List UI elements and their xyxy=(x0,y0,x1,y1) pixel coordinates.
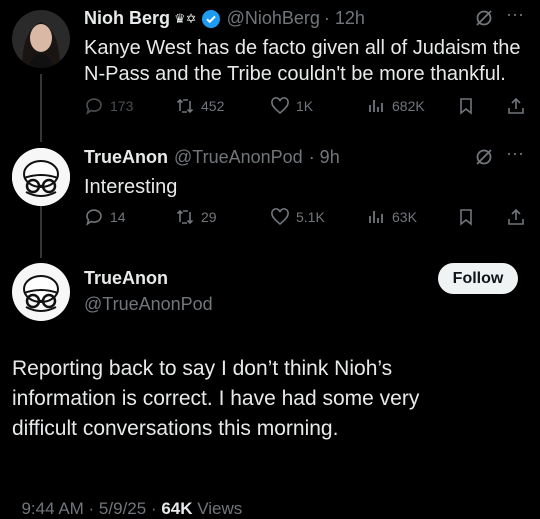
heart-icon xyxy=(271,97,289,115)
reply-icon xyxy=(86,209,102,226)
views-icon xyxy=(369,211,383,223)
reply-button[interactable]: 14 xyxy=(84,207,126,227)
tweet-timestamp[interactable]: 9:44 AM · 5/9/25 · xyxy=(21,499,161,518)
views-icon xyxy=(369,100,383,112)
tweet-meta: 9:44 AM · 5/9/25 · 64K Views xyxy=(12,479,242,519)
like-count: 1K xyxy=(296,98,314,114)
views-count: 682K xyxy=(392,98,425,114)
avatar[interactable] xyxy=(12,148,70,206)
tweet-text: difficult conversations this morning. xyxy=(12,417,339,440)
share-icon[interactable] xyxy=(506,96,526,121)
reply-count: 173 xyxy=(110,98,134,114)
more-options-icon[interactable]: ··· xyxy=(506,4,524,25)
tweet-text: Kanye West has de facto given all of Jud… xyxy=(84,37,521,59)
views-button[interactable]: 682K xyxy=(366,96,425,116)
name-badges: ♛✡ xyxy=(174,10,197,26)
tweet-text: information is correct. I have had some … xyxy=(12,387,420,410)
grok-icon[interactable] xyxy=(474,147,494,172)
share-icon[interactable] xyxy=(506,207,526,232)
reply-icon xyxy=(86,98,102,115)
reply-count: 14 xyxy=(110,209,126,225)
more-options-icon[interactable]: ··· xyxy=(506,143,524,164)
like-button[interactable]: 5.1K xyxy=(270,207,325,227)
author-handle[interactable]: @TrueAnonPod xyxy=(174,147,303,168)
like-count: 5.1K xyxy=(296,209,325,225)
tweet-text: N-Pass and the Tribe couldn't be more th… xyxy=(84,63,506,85)
author-name[interactable]: TrueAnon xyxy=(84,268,168,289)
repost-button[interactable]: 29 xyxy=(175,207,217,227)
tweet-time[interactable]: · 12h xyxy=(324,8,365,29)
views-label: Views xyxy=(192,499,243,518)
views-button[interactable]: 63K xyxy=(366,207,417,227)
avatar[interactable] xyxy=(12,10,70,68)
thread-line xyxy=(40,74,42,142)
views-total: 64K xyxy=(161,499,193,518)
repost-button[interactable]: 452 xyxy=(175,96,224,116)
tweet-text: Interesting xyxy=(84,176,178,198)
follow-button[interactable]: Follow xyxy=(438,263,518,294)
bookmark-icon[interactable] xyxy=(456,207,476,232)
avatar[interactable] xyxy=(12,263,70,321)
grok-icon[interactable] xyxy=(474,8,494,33)
tweet-time[interactable]: · 9h xyxy=(309,147,340,168)
heart-icon xyxy=(271,208,289,226)
tweet-text: Reporting back to say I don’t think Nioh… xyxy=(12,357,393,380)
views-count: 63K xyxy=(392,209,417,225)
author-name[interactable]: TrueAnon xyxy=(84,147,168,168)
repost-icon xyxy=(176,98,194,114)
bookmark-icon[interactable] xyxy=(456,96,476,121)
repost-count: 452 xyxy=(201,98,225,114)
author-handle[interactable]: @TrueAnonPod xyxy=(84,294,213,315)
reply-button[interactable]: 173 xyxy=(84,96,133,116)
repost-count: 29 xyxy=(201,209,217,225)
author-handle[interactable]: @NiohBerg xyxy=(227,8,320,29)
verified-badge-icon xyxy=(201,9,221,29)
repost-icon xyxy=(176,209,194,225)
like-button[interactable]: 1K xyxy=(270,96,313,116)
thread-line xyxy=(40,206,42,258)
author-name[interactable]: Nioh Berg xyxy=(84,8,170,29)
